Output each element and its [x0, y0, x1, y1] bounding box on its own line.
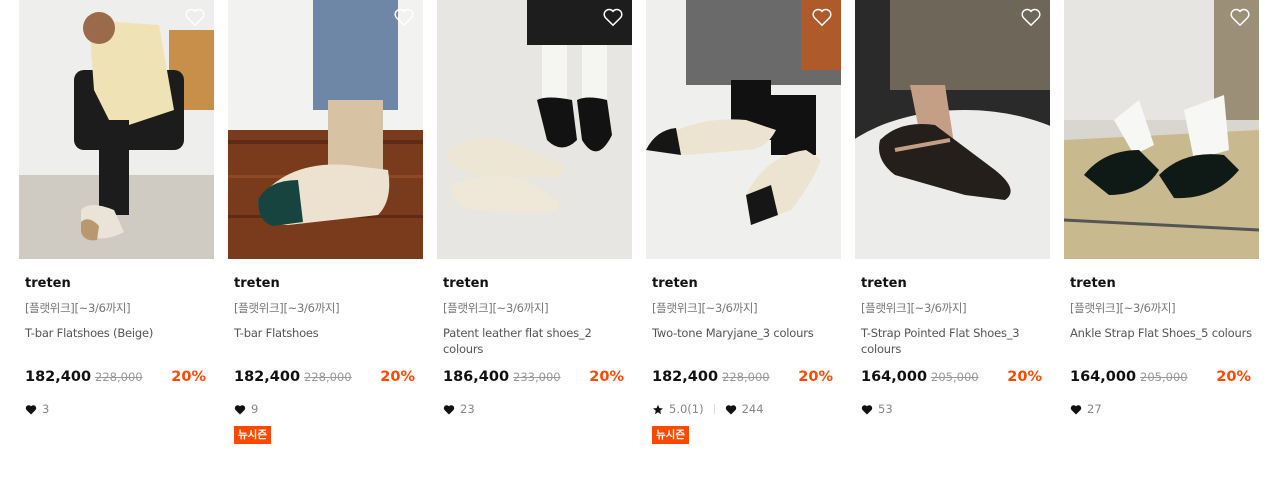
product-image[interactable] [1064, 0, 1259, 259]
original-price: 205,000 [1140, 370, 1188, 384]
meta-row: 5.0(1) 244 [652, 402, 837, 416]
product-card[interactable]: treten [플랫위크][~3/6까지] T-Strap Pointed Fl… [855, 0, 1050, 444]
price-row: 164,000 205,000 20% [861, 369, 1046, 387]
promo-text: [플랫위크][~3/6까지] [234, 301, 340, 315]
product-name[interactable]: T-bar Flatshoes [234, 325, 419, 361]
product-photo [437, 0, 632, 259]
meta-row: 23 [443, 402, 628, 416]
sale-price: 164,000 [861, 369, 928, 385]
heart-filled-icon [861, 404, 873, 414]
heart-filled-icon [234, 404, 246, 414]
brand-name[interactable]: treten [652, 276, 837, 292]
wishlist-heart-icon[interactable] [393, 7, 415, 27]
product-name[interactable]: Patent leather flat shoes_2 colours [443, 325, 628, 361]
promo-text: [플랫위크][~3/6까지] [1070, 301, 1176, 315]
sale-price: 186,400 [443, 369, 510, 385]
likes-count: 3 [42, 402, 50, 416]
promo-text: [플랫위크][~3/6까지] [652, 301, 758, 315]
product-grid: treten [플랫위크][~3/6까지] T-bar Flatshoes (B… [19, 0, 1259, 444]
original-price: 228,000 [722, 370, 770, 384]
product-name[interactable]: Ankle Strap Flat Shoes_5 colours [1070, 325, 1255, 361]
price-row: 182,400 228,000 20% [234, 369, 419, 387]
likes-count: 244 [741, 402, 764, 416]
product-photo [228, 0, 423, 259]
heart-filled-icon [1070, 404, 1082, 414]
promo-text: [플랫위크][~3/6까지] [443, 301, 549, 315]
likes-count: 9 [251, 402, 259, 416]
product-photo [646, 0, 841, 259]
product-photo [1064, 0, 1259, 259]
promo-text: [플랫위크][~3/6까지] [861, 301, 967, 315]
product-image[interactable] [228, 0, 423, 259]
new-season-badge: 뉴시즌 [652, 426, 689, 444]
wishlist-heart-icon[interactable] [811, 7, 833, 27]
wishlist-heart-icon[interactable] [184, 7, 206, 27]
discount-rate: 20% [1007, 369, 1042, 385]
product-image[interactable] [646, 0, 841, 259]
product-image[interactable] [437, 0, 632, 259]
likes-count: 27 [1087, 402, 1102, 416]
product-name[interactable]: T-Strap Pointed Flat Shoes_3 colours [861, 325, 1046, 361]
product-card[interactable]: treten [플랫위크][~3/6까지] T-bar Flatshoes 18… [228, 0, 423, 444]
star-icon [653, 404, 663, 414]
discount-rate: 20% [1216, 369, 1251, 385]
likes-count: 23 [460, 402, 475, 416]
price-row: 164,000 205,000 20% [1070, 369, 1255, 387]
heart-filled-icon [25, 404, 37, 414]
product-name[interactable]: T-bar Flatshoes (Beige) [25, 325, 210, 361]
likes-count: 53 [878, 402, 893, 416]
discount-rate: 20% [589, 369, 624, 385]
original-price: 233,000 [513, 370, 561, 384]
product-name[interactable]: Two-tone Maryjane_3 colours [652, 325, 837, 361]
product-card[interactable]: treten [플랫위크][~3/6까지] Ankle Strap Flat S… [1064, 0, 1259, 444]
meta-row: 3 [25, 402, 210, 416]
brand-name[interactable]: treten [861, 276, 1046, 292]
heart-filled-icon [725, 404, 736, 414]
sale-price: 182,400 [25, 369, 92, 385]
original-price: 205,000 [931, 370, 979, 384]
sale-price: 182,400 [234, 369, 301, 385]
brand-name[interactable]: treten [443, 276, 628, 292]
sale-price: 182,400 [652, 369, 719, 385]
price-row: 186,400 233,000 20% [443, 369, 628, 387]
original-price: 228,000 [304, 370, 352, 384]
divider [713, 404, 715, 414]
product-photo [855, 0, 1050, 259]
promo-text: [플랫위크][~3/6까지] [25, 301, 131, 315]
rating-value: 5.0(1) [669, 402, 704, 416]
product-card[interactable]: treten [플랫위크][~3/6까지] Two-tone Maryjane_… [646, 0, 841, 444]
wishlist-heart-icon[interactable] [1229, 7, 1251, 27]
price-row: 182,400 228,000 20% [25, 369, 210, 387]
product-image[interactable] [19, 0, 214, 259]
price-row: 182,400 228,000 20% [652, 369, 837, 387]
product-image[interactable] [855, 0, 1050, 259]
discount-rate: 20% [798, 369, 833, 385]
meta-row: 53 [861, 402, 1046, 416]
meta-row: 27 [1070, 402, 1255, 416]
wishlist-heart-icon[interactable] [602, 7, 624, 27]
brand-name[interactable]: treten [1070, 276, 1255, 292]
heart-filled-icon [443, 404, 455, 414]
wishlist-heart-icon[interactable] [1020, 7, 1042, 27]
meta-row: 9 [234, 402, 419, 416]
brand-name[interactable]: treten [234, 276, 419, 292]
sale-price: 164,000 [1070, 369, 1137, 385]
new-season-badge: 뉴시즌 [234, 426, 271, 444]
product-card[interactable]: treten [플랫위크][~3/6까지] T-bar Flatshoes (B… [19, 0, 214, 444]
product-card[interactable]: treten [플랫위크][~3/6까지] Patent leather fla… [437, 0, 632, 444]
original-price: 228,000 [95, 370, 143, 384]
product-photo [19, 0, 214, 259]
discount-rate: 20% [380, 369, 415, 385]
discount-rate: 20% [171, 369, 206, 385]
brand-name[interactable]: treten [25, 276, 210, 292]
